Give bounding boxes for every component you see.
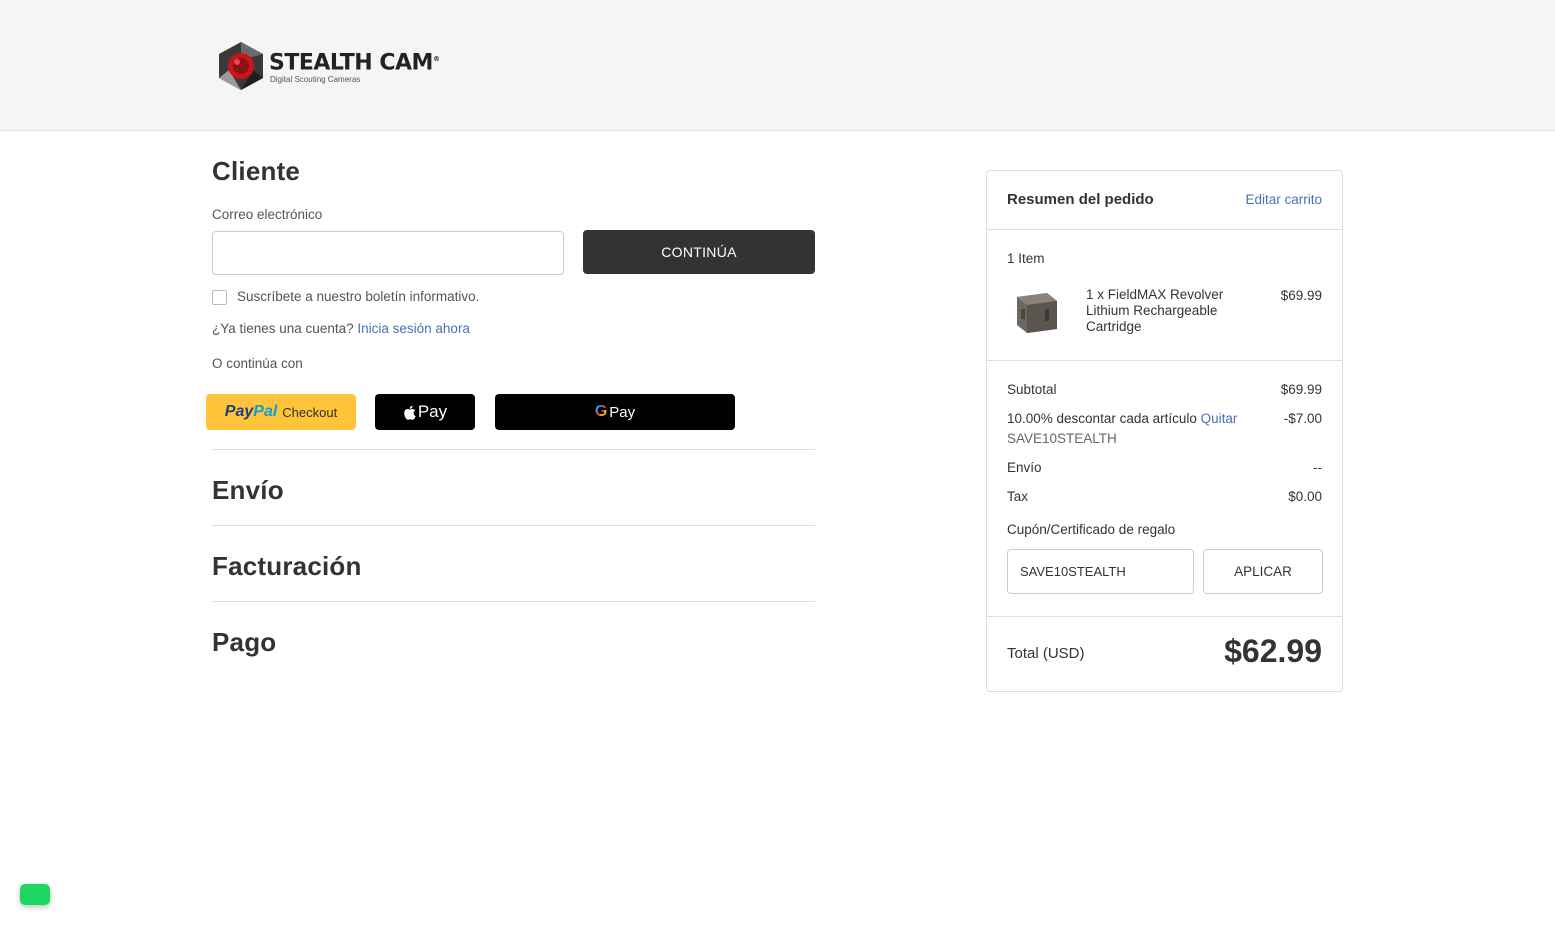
remove-discount-link[interactable]: Quitar bbox=[1201, 411, 1238, 426]
email-label: Correo electrónico bbox=[212, 207, 323, 222]
shipping-value: -- bbox=[1313, 460, 1322, 475]
order-summary-title: Resumen del pedido bbox=[1007, 191, 1154, 208]
aperture-logo-icon bbox=[219, 42, 263, 90]
site-header: STEALTH CAM® Digital Scouting Cameras bbox=[0, 0, 1555, 131]
divider bbox=[987, 360, 1342, 361]
google-g-icon: G bbox=[594, 403, 608, 420]
coupon-label: Cupón/Certificado de regalo bbox=[1007, 522, 1176, 537]
continue-button[interactable]: CONTINÚA bbox=[583, 230, 815, 274]
google-pay-button[interactable]: G Pay bbox=[495, 394, 735, 430]
brand-name: STEALTH CAM® bbox=[269, 50, 440, 76]
edit-cart-link[interactable]: Editar carrito bbox=[1245, 192, 1322, 207]
product-image bbox=[1017, 293, 1057, 333]
stealth-cam-logo[interactable]: STEALTH CAM® Digital Scouting Cameras bbox=[215, 38, 475, 94]
account-prompt: ¿Ya tienes una cuenta? Inicia sesión aho… bbox=[212, 321, 470, 336]
order-summary: Resumen del pedido Editar carrito 1 Item… bbox=[986, 170, 1343, 692]
shipping-section-title: Envío bbox=[212, 475, 284, 505]
apple-icon bbox=[404, 405, 416, 420]
divider bbox=[987, 616, 1342, 617]
divider bbox=[212, 525, 815, 526]
newsletter-label: Suscríbete a nuestro boletín informativo… bbox=[237, 289, 480, 304]
total-label: Total (USD) bbox=[1007, 645, 1085, 662]
item-count: 1 Item bbox=[1007, 251, 1045, 266]
subtotal-value: $69.99 bbox=[1280, 382, 1322, 397]
discount-value: -$7.00 bbox=[1283, 411, 1322, 426]
discount-label: 10.00% descontar cada artículo Quitar bbox=[1007, 411, 1238, 426]
paypal-logo-pay: Pay bbox=[224, 403, 254, 420]
email-input[interactable] bbox=[212, 231, 564, 275]
shipping-label: Envío bbox=[1007, 460, 1042, 475]
paypal-checkout-label: Checkout bbox=[282, 404, 338, 420]
apple-pay-button[interactable]: Pay bbox=[375, 394, 475, 430]
tax-value: $0.00 bbox=[1288, 489, 1322, 504]
brand-tagline: Digital Scouting Cameras bbox=[270, 75, 361, 85]
newsletter-checkbox[interactable] bbox=[212, 290, 227, 305]
chat-widget-button[interactable] bbox=[20, 884, 50, 905]
customer-section-title: Cliente bbox=[212, 156, 301, 186]
subtotal-label: Subtotal bbox=[1007, 382, 1057, 397]
apply-coupon-button[interactable]: APLICAR bbox=[1203, 549, 1323, 594]
total-value: $62.99 bbox=[1224, 633, 1322, 669]
paypal-checkout-button[interactable]: Pay Pal Checkout bbox=[206, 394, 356, 430]
product-name: 1 x FieldMAX Revolver Lithium Rechargeab… bbox=[1086, 287, 1224, 334]
divider bbox=[212, 449, 815, 450]
discount-code: SAVE10STEALTH bbox=[1007, 431, 1117, 446]
coupon-input[interactable] bbox=[1007, 549, 1194, 594]
product-price: $69.99 bbox=[1280, 288, 1322, 303]
google-pay-label: Pay bbox=[609, 403, 636, 421]
payment-section-title: Pago bbox=[212, 627, 277, 657]
paypal-logo-pal: Pal bbox=[253, 403, 278, 420]
tax-label: Tax bbox=[1007, 489, 1029, 504]
billing-section-title: Facturación bbox=[212, 551, 362, 581]
sign-in-link[interactable]: Inicia sesión ahora bbox=[357, 321, 470, 336]
divider bbox=[987, 229, 1342, 230]
alt-checkout-label: O continúa con bbox=[212, 356, 303, 371]
apple-pay-label: Pay bbox=[417, 402, 448, 421]
divider bbox=[212, 601, 815, 602]
